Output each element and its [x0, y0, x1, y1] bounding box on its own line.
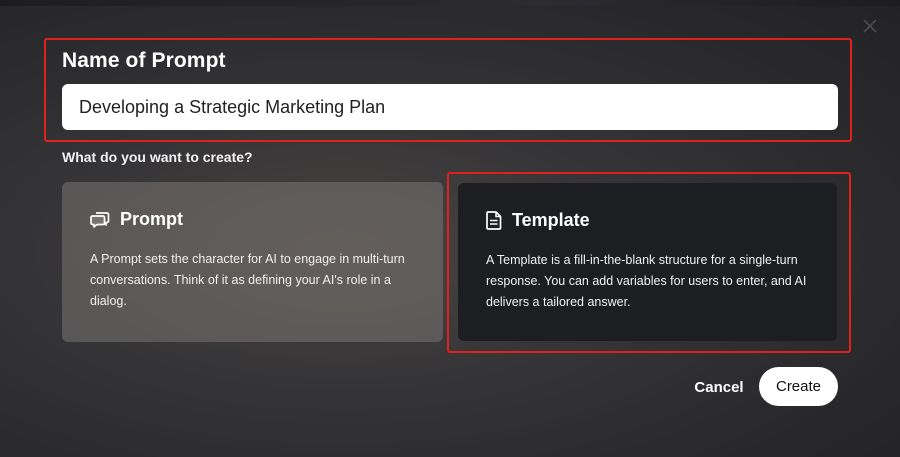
background-strip — [0, 0, 900, 6]
template-card-description: A Template is a fill-in-the-blank struct… — [486, 253, 807, 309]
chat-bubbles-icon — [90, 211, 110, 228]
prompt-card-header: Prompt — [90, 209, 183, 230]
prompt-card-description: A Prompt sets the character for AI to en… — [90, 252, 405, 308]
name-field-label: Name of Prompt — [62, 49, 226, 72]
prompt-name-input[interactable] — [62, 84, 838, 130]
prompt-card[interactable]: Prompt A Prompt sets the character for A… — [62, 182, 443, 342]
close-icon — [863, 19, 877, 33]
cancel-button[interactable]: Cancel — [690, 372, 748, 402]
template-card-header: Template — [486, 210, 590, 231]
document-icon — [486, 211, 502, 230]
template-card-title: Template — [512, 210, 590, 230]
close-button[interactable] — [858, 14, 882, 38]
template-card[interactable]: Template A Template is a fill-in-the-bla… — [458, 183, 837, 341]
create-type-question: What do you want to create? — [62, 149, 253, 165]
prompt-card-title: Prompt — [120, 209, 183, 229]
create-button[interactable]: Create — [759, 367, 838, 406]
